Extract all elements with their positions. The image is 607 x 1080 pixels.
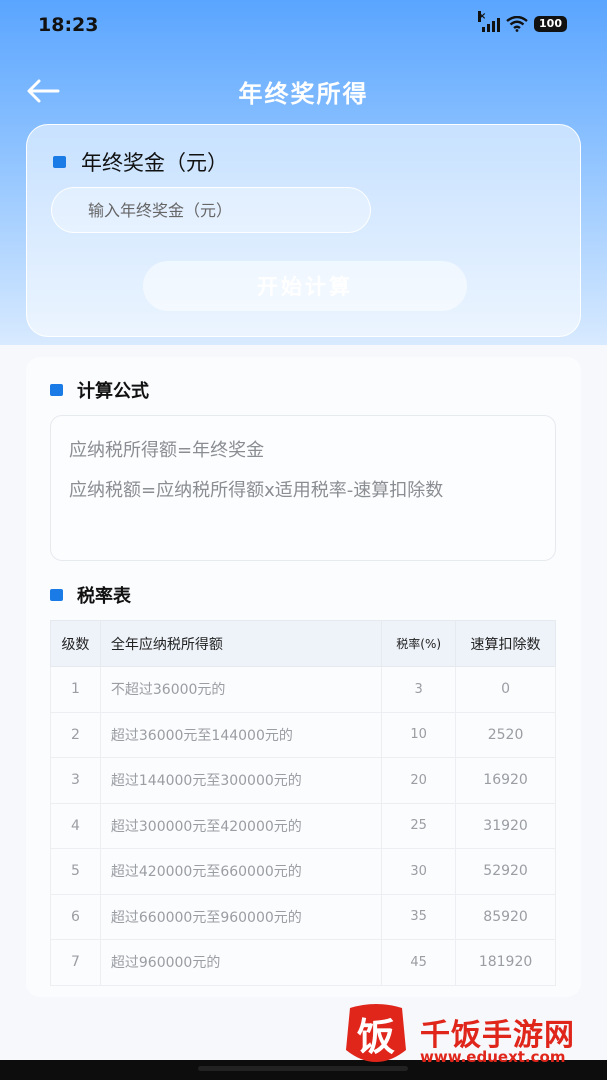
rate-table-label: 税率表 — [77, 586, 131, 607]
cell-income: 超过144000元至300000元的 — [99, 757, 383, 804]
wifi-icon — [506, 16, 528, 32]
cell-deduction: 181920 — [455, 939, 556, 986]
watermark-logo-icon: 饭 — [346, 1004, 406, 1062]
table-row: 6 超过660000元至960000元的 35 85920 — [50, 893, 556, 940]
cell-deduction: 0 — [455, 666, 556, 713]
bonus-input-card: 年终奖金（元） 开始计算 — [26, 124, 581, 337]
formula-box: 应纳税所得额=年终奖金 应纳税额=应纳税所得额x适用税率-速算扣除数 — [50, 415, 556, 561]
status-icons: × 100 — [478, 11, 567, 32]
watermark-url: www.eduext.com — [420, 1048, 566, 1066]
cell-income: 超过420000元至660000元的 — [99, 848, 383, 895]
column-header-income: 全年应纳税所得额 — [99, 620, 383, 667]
cell-level: 6 — [50, 893, 101, 940]
cell-deduction: 31920 — [455, 802, 556, 849]
bonus-amount-input[interactable] — [51, 187, 371, 233]
cell-deduction: 52920 — [455, 848, 556, 895]
cell-deduction: 2520 — [455, 711, 556, 758]
table-row: 7 超过960000元的 45 181920 — [50, 939, 556, 986]
column-header-rate: 税率(%) — [381, 620, 457, 667]
cell-deduction: 16920 — [455, 757, 556, 804]
start-calculate-button[interactable]: 开始计算 — [143, 261, 467, 311]
cell-level: 4 — [50, 802, 101, 849]
table-row: 4 超过300000元至420000元的 25 31920 — [50, 802, 556, 849]
table-row: 2 超过36000元至144000元的 10 2520 — [50, 711, 556, 758]
bonus-label-text: 年终奖金（元） — [81, 151, 228, 175]
formula-label: 计算公式 — [77, 381, 149, 402]
column-header-level: 级数 — [50, 620, 101, 667]
bonus-label: 年终奖金（元） — [53, 147, 228, 177]
cell-level: 3 — [50, 757, 101, 804]
cell-rate: 10 — [381, 711, 457, 758]
cell-rate: 3 — [381, 666, 457, 713]
column-header-deduction: 速算扣除数 — [455, 620, 556, 667]
site-watermark: 饭 千饭手游网 www.eduext.com — [340, 1000, 600, 1075]
cell-level: 7 — [50, 939, 101, 986]
cell-deduction: 85920 — [455, 893, 556, 940]
status-time: 18:23 — [38, 14, 99, 36]
formula-line-1: 应纳税所得额=年终奖金 — [69, 440, 265, 461]
cellular-signal-icon: × — [478, 11, 501, 32]
cell-income: 超过300000元至420000元的 — [99, 802, 383, 849]
cell-income: 超过960000元的 — [99, 939, 383, 986]
page-title: 年终奖所得 — [238, 80, 369, 108]
cell-rate: 35 — [381, 893, 457, 940]
cell-level: 2 — [50, 711, 101, 758]
table-row: 5 超过420000元至660000元的 30 52920 — [50, 848, 556, 895]
watermark-logo-char: 饭 — [357, 1015, 395, 1059]
cell-level: 1 — [50, 666, 101, 713]
formula-line-2: 应纳税额=应纳税所得额x适用税率-速算扣除数 — [69, 480, 444, 501]
table-row: 1 不超过36000元的 3 0 — [50, 666, 556, 713]
cell-rate: 20 — [381, 757, 457, 804]
rate-table-section-title: 税率表 — [50, 582, 131, 608]
content-panel: 计算公式 应纳税所得额=年终奖金 应纳税额=应纳税所得额x适用税率-速算扣除数 … — [26, 357, 581, 997]
cell-rate: 30 — [381, 848, 457, 895]
table-row: 3 超过144000元至300000元的 20 16920 — [50, 757, 556, 804]
cell-rate: 45 — [381, 939, 457, 986]
section-marker-icon — [53, 156, 66, 168]
nav-bar: 年终奖所得 — [0, 60, 607, 120]
cell-rate: 25 — [381, 802, 457, 849]
status-bar: 18:23 × 100 — [0, 0, 607, 54]
cell-income: 不超过36000元的 — [99, 666, 383, 713]
battery-icon: 100 — [534, 16, 567, 32]
section-marker-icon — [50, 384, 63, 396]
cell-income: 超过660000元至960000元的 — [99, 893, 383, 940]
formula-section-title: 计算公式 — [50, 377, 149, 403]
table-header-row: 级数 全年应纳税所得额 税率(%) 速算扣除数 — [50, 620, 556, 667]
section-marker-icon — [50, 589, 63, 601]
cell-income: 超过36000元至144000元的 — [99, 711, 383, 758]
rate-table: 级数 全年应纳税所得额 税率(%) 速算扣除数 1 不超过36000元的 3 0… — [50, 620, 556, 986]
cell-level: 5 — [50, 848, 101, 895]
